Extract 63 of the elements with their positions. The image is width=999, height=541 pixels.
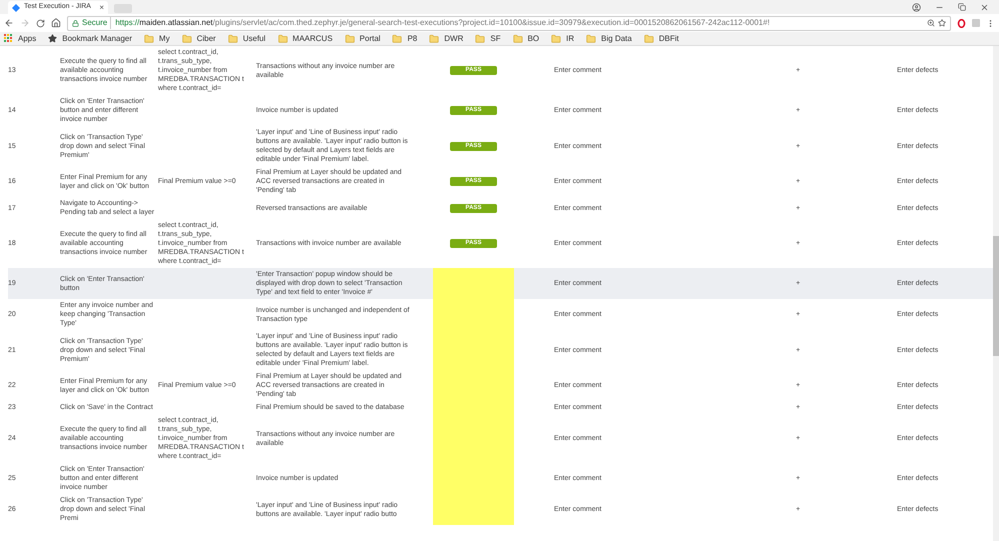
secure-label: Secure: [82, 17, 108, 29]
bookmark-item[interactable]: BO: [512, 32, 540, 44]
bookmark-label: Big Data: [601, 32, 632, 44]
bookmark-item[interactable]: Apps: [4, 32, 36, 44]
folder-icon: [644, 34, 654, 44]
bookmark-label: My: [159, 32, 170, 44]
bookmark-item[interactable]: DWR: [429, 32, 464, 44]
reload-icon[interactable]: [36, 18, 45, 28]
bookmark-item[interactable]: P8: [392, 32, 418, 44]
tab-close-button[interactable]: ×: [99, 2, 104, 14]
folder-icon: [392, 34, 402, 44]
bookmark-item[interactable]: IR: [551, 32, 574, 44]
bookmark-item[interactable]: Portal: [344, 32, 380, 44]
lock-icon: [72, 20, 79, 26]
folder-icon: [429, 34, 440, 44]
forward-icon[interactable]: [20, 18, 30, 28]
bookmark-item[interactable]: DBFit: [644, 32, 679, 44]
folder-icon: [512, 34, 523, 44]
bookmark-item[interactable]: SF: [475, 32, 501, 44]
address-bar[interactable]: Secure https://maiden.atlassian.net/plugins/servlet/ac/com.thed.zephyr.je/general-search-test-executions?project.id=10100&issue.id=30979&execution.id=0001520862061567-242ac112-0001#!: [67, 16, 951, 30]
apps-grid-icon: [4, 34, 13, 43]
extension-icon[interactable]: [972, 19, 980, 27]
folder-icon: [182, 34, 192, 44]
star-icon: [48, 34, 58, 43]
close-icon[interactable]: [980, 2, 989, 12]
back-icon[interactable]: [4, 18, 14, 28]
bookmark-star-icon[interactable]: [938, 19, 946, 27]
zoom-icon[interactable]: [927, 19, 935, 27]
folder-icon: [278, 34, 288, 44]
bookmark-label: SF: [490, 32, 501, 44]
scrollbar[interactable]: [993, 46, 999, 541]
url-text: https://maiden.atlassian.net/plugins/servlet/ac/com.thed.zephyr.je/general-search-test-executions?project.id=10100&issue.id=30979&execution.id=0001520862061567-242ac112-0001#!: [110, 17, 770, 29]
restore-icon[interactable]: [958, 3, 966, 11]
account-icon[interactable]: [912, 2, 921, 12]
bookmark-label: DBFit: [658, 32, 679, 44]
bookmark-item[interactable]: MAARCUS: [278, 32, 333, 44]
bookmark-label: Useful: [242, 32, 266, 44]
bookmark-label: MAARCUS: [292, 32, 333, 44]
bookmark-item[interactable]: Useful: [228, 32, 266, 44]
status-cell[interactable]: [433, 268, 514, 299]
bookmark-item[interactable]: Bookmark Manager: [48, 32, 132, 44]
folder-icon: [144, 34, 154, 44]
folder-icon: [551, 34, 562, 44]
home-icon[interactable]: [51, 18, 61, 28]
folder-icon: [344, 34, 355, 44]
bookmark-label: IR: [566, 32, 574, 44]
diamond-icon: [12, 4, 20, 12]
bookmark-label: Ciber: [196, 32, 216, 44]
bookmark-label: P8: [407, 32, 418, 44]
bookmark-label: Bookmark Manager: [62, 32, 132, 44]
bookmark-item[interactable]: Big Data: [586, 32, 632, 44]
bookmark-label: DWR: [444, 32, 464, 44]
folder-icon: [475, 34, 486, 44]
new-tab-button[interactable]: [114, 4, 132, 13]
status-cell[interactable]: [433, 494, 514, 525]
bookmark-label: Apps: [18, 32, 36, 44]
bookmark-label: BO: [528, 32, 540, 44]
folder-icon: [228, 34, 238, 44]
ring-icon[interactable]: [957, 18, 966, 28]
bookmark-item[interactable]: Ciber: [182, 32, 216, 44]
bookmark-label: Portal: [360, 32, 380, 44]
folder-icon: [586, 34, 596, 44]
bookmark-item[interactable]: My: [144, 32, 170, 44]
